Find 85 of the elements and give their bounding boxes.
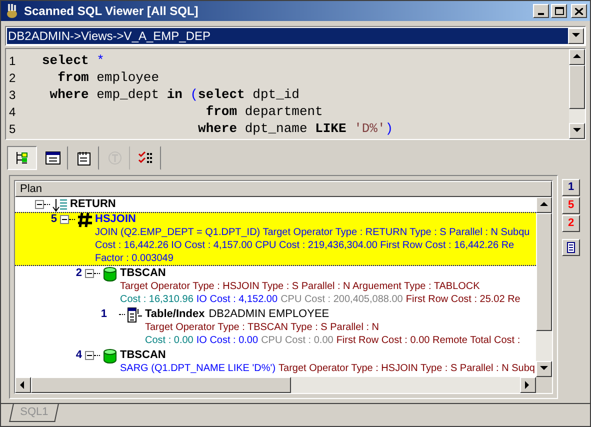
node-title: Table/Index xyxy=(145,307,205,322)
node-number: 1 xyxy=(100,307,107,322)
scroll-thumb[interactable] xyxy=(536,213,552,331)
node-detail-text: Cost : 16,442.26 IO Cost : 4,157.00 CPU Cost : 219,436,304.00 First Row Cost : 16,442.26 Re xyxy=(95,239,514,253)
sql-line: select * xyxy=(42,52,104,70)
node-detail-text: JOIN (Q2.EMP_DEPT = Q1.DPT_ID) Target Operator Type : RETURN Type : S Parallel : N Subqu xyxy=(95,226,530,240)
dropdown-button[interactable] xyxy=(568,28,584,44)
node-detail-text: IO Cost : 4,152.00 xyxy=(196,293,278,307)
sql-line: where dpt_name LIKE 'D%') xyxy=(197,120,394,138)
app-icon xyxy=(4,3,20,19)
line-number: 1 xyxy=(8,52,17,70)
node-detail-text: SARG (Q1.DPT_NAME LIKE 'D%') xyxy=(120,362,276,376)
maximize-button[interactable] xyxy=(551,4,567,18)
node-detail-text: Target Operator Type : TBSCAN Type : S Parallel : N xyxy=(145,321,379,335)
node-name: DB2ADMIN EMPLOYEE xyxy=(208,307,330,322)
sql-line: where emp_dept in (select dpt_id xyxy=(48,86,300,104)
vertical-scrollbar[interactable] xyxy=(536,197,552,377)
scroll-down-button[interactable] xyxy=(536,361,552,377)
up-arrow-icon xyxy=(573,53,581,61)
close-button[interactable] xyxy=(571,4,587,18)
down-arrow-icon xyxy=(573,127,581,135)
node-title: TBSCAN xyxy=(120,348,166,364)
node-number: 4 xyxy=(76,348,82,364)
scroll-down-button[interactable] xyxy=(569,123,585,139)
close-icon xyxy=(575,8,583,14)
expander-icon[interactable] xyxy=(35,200,44,209)
maximize-icon xyxy=(554,7,564,15)
return-icon xyxy=(52,197,68,212)
minimize-button[interactable] xyxy=(533,4,549,18)
node-detail-text: CPU Cost : 200,405,088.00 xyxy=(280,293,403,307)
expander-icon[interactable] xyxy=(85,269,94,278)
left-arrow-icon xyxy=(19,381,27,389)
node-number: 5 xyxy=(50,212,57,228)
expander-icon[interactable] xyxy=(85,351,94,360)
node-detail-text: CPU Cost : 0.00 xyxy=(261,334,334,348)
node-detail-text: Cost : 16,310.96 xyxy=(120,293,194,307)
scroll-left-button[interactable] xyxy=(15,377,31,393)
list-icon xyxy=(567,242,575,253)
tree-icon xyxy=(14,150,30,166)
minimize-icon xyxy=(538,13,544,15)
object-path-dropdown[interactable]: DB2ADMIN->Views->V_A_EMP_DEP xyxy=(5,26,586,46)
node-detail-text: First Row Cost : 25.02 Re xyxy=(406,293,520,307)
expander-icon[interactable] xyxy=(60,215,69,224)
node-number: 2 xyxy=(76,266,82,282)
node-detail-text: First Row Cost : 0.00 Remote Total Cost : xyxy=(336,334,520,348)
line-number: 4 xyxy=(8,104,17,120)
sort-button[interactable]: 1 xyxy=(562,179,580,196)
node-title: TBSCAN xyxy=(120,266,166,282)
line-number: 5 xyxy=(8,120,17,138)
vertical-scrollbar[interactable] xyxy=(569,49,585,139)
node-title: HSJOIN xyxy=(95,212,136,228)
scroll-thumb[interactable] xyxy=(31,377,291,393)
window-title: Scanned SQL Viewer [All SQL] xyxy=(24,3,200,20)
node-title: RETURN xyxy=(70,197,116,212)
notepad-icon xyxy=(76,150,92,166)
plan-node[interactable] xyxy=(15,212,536,266)
column-header[interactable]: Plan xyxy=(15,181,552,197)
scroll-thumb[interactable] xyxy=(569,65,585,109)
sql-editor[interactable]: 1 select * 2 from employee 3 where emp_dept in (select dpt_id 4 from department 5 where dpt_name LIKE 'D%') xyxy=(5,48,586,140)
dropdown-value: DB2ADMIN->Views->V_A_EMP_DEP xyxy=(7,28,568,44)
hash-icon xyxy=(77,212,93,228)
toolbar-button[interactable] xyxy=(7,146,37,170)
down-arrow-icon xyxy=(540,365,548,373)
node-detail-text: IO Cost : 0.00 xyxy=(196,334,258,348)
window-icon xyxy=(45,150,61,166)
horizontal-scrollbar[interactable] xyxy=(15,377,536,393)
table-icon xyxy=(127,306,143,322)
node-detail-text: Factor : 0.003049 xyxy=(95,252,174,266)
sql-line: from department xyxy=(204,102,323,121)
scroll-right-button[interactable] xyxy=(520,377,536,393)
checklist-icon xyxy=(138,150,154,166)
cylinder-icon xyxy=(102,266,118,282)
scroll-up-button[interactable] xyxy=(569,49,585,65)
line-number: 2 xyxy=(8,70,17,86)
list-button[interactable] xyxy=(562,239,580,256)
down-arrow-icon xyxy=(572,32,580,40)
node-detail-text: Target Operator Type : HSJOIN Type : S Parallel : N Subq xyxy=(278,362,535,376)
line-number: 3 xyxy=(8,86,17,104)
right-arrow-icon xyxy=(524,381,532,389)
node-detail-text: Target Operator Type : HSJOIN Type : S Parallel : N Arguement Type : TABLOCK xyxy=(120,280,480,294)
cylinder-icon xyxy=(102,348,118,364)
up-arrow-icon xyxy=(540,201,548,209)
sql-line: from employee xyxy=(56,68,160,87)
scroll-up-button[interactable] xyxy=(536,197,552,213)
node-detail-text: Cost : 0.00 xyxy=(145,334,194,348)
